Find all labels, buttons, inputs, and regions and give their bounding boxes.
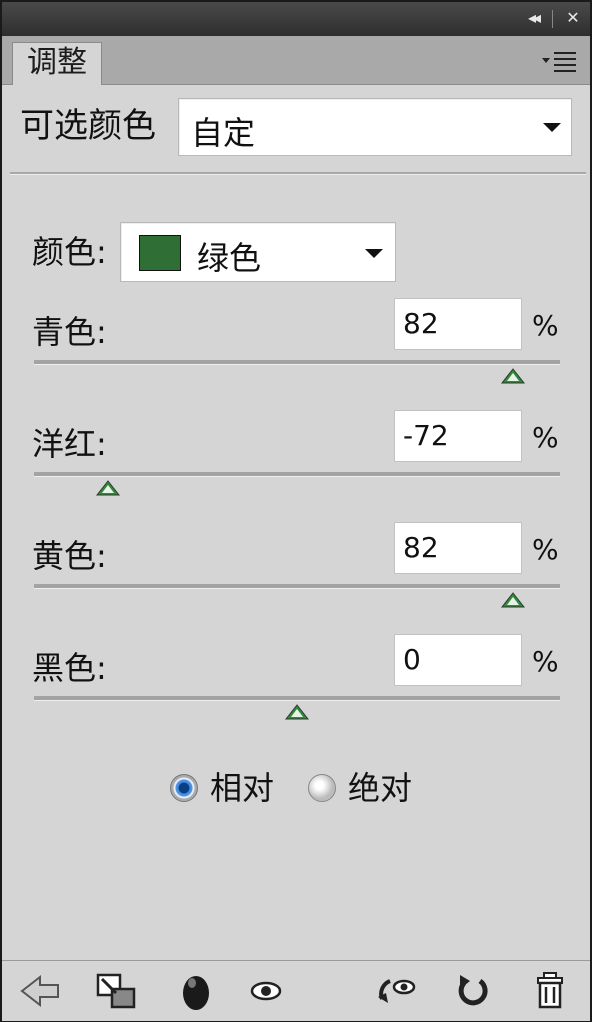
- back-arrow-icon[interactable]: [18, 969, 62, 1013]
- black-slider-thumb[interactable]: [285, 704, 309, 722]
- chevron-down-icon: [365, 249, 383, 258]
- color-label: 颜色:: [32, 233, 107, 271]
- black-slider-track[interactable]: [34, 696, 560, 701]
- absolute-radio[interactable]: [308, 774, 336, 802]
- eye-icon[interactable]: [244, 969, 288, 1013]
- cyan-value-field[interactable]: 82: [394, 298, 522, 350]
- divider: [10, 172, 586, 175]
- preset-value: 自定: [191, 114, 256, 152]
- close-icon[interactable]: ✕: [562, 6, 584, 30]
- trash-icon[interactable]: [528, 969, 572, 1013]
- double-left-arrow-icon[interactable]: ◂◂: [522, 6, 544, 30]
- panel-titlebar: ◂◂ ✕: [2, 2, 590, 36]
- visibility-mask-icon[interactable]: [174, 969, 218, 1013]
- chevron-down-icon: [543, 123, 561, 132]
- adjustments-panel: ◂◂ ✕ 调整 可选颜色 自定 颜色: 绿色 青色: 82 % 洋红: -72: [0, 0, 592, 1022]
- slider-label-cyan: 青色:: [32, 313, 107, 351]
- magenta-slider-thumb[interactable]: [95, 480, 120, 498]
- magenta-slider-track[interactable]: [34, 472, 560, 477]
- tab-adjustments[interactable]: 调整: [12, 42, 102, 85]
- color-dropdown[interactable]: 绿色: [120, 222, 396, 282]
- yellow-slider-thumb[interactable]: [500, 592, 525, 610]
- bottom-toolbar: [2, 960, 590, 1021]
- clip-to-layer-icon[interactable]: [94, 969, 138, 1013]
- black-percent: %: [532, 645, 559, 678]
- cyan-slider-thumb[interactable]: [500, 368, 525, 386]
- view-previous-state-icon[interactable]: [376, 969, 420, 1013]
- yellow-value-field[interactable]: 82: [394, 522, 522, 574]
- preset-label: 可选颜色: [20, 106, 156, 146]
- relative-radio[interactable]: [170, 774, 198, 802]
- color-value: 绿色: [197, 239, 262, 277]
- reset-icon[interactable]: [450, 969, 494, 1013]
- cyan-percent: %: [532, 309, 559, 342]
- black-value-field[interactable]: 0: [394, 634, 522, 686]
- magenta-percent: %: [532, 421, 559, 454]
- slider-label-black: 黑色:: [32, 649, 107, 687]
- titlebar-separator: [552, 10, 553, 28]
- yellow-slider-track[interactable]: [34, 584, 560, 589]
- slider-label-magenta: 洋红:: [32, 425, 107, 463]
- tab-row: 调整: [2, 36, 590, 85]
- yellow-percent: %: [532, 533, 559, 566]
- preset-dropdown[interactable]: 自定: [178, 98, 572, 156]
- color-swatch: [139, 235, 181, 271]
- absolute-radio-label[interactable]: 绝对: [348, 766, 412, 810]
- magenta-value-field[interactable]: -72: [394, 410, 522, 462]
- relative-radio-label[interactable]: 相对: [210, 766, 274, 810]
- panel-menu-icon[interactable]: [542, 50, 580, 72]
- cyan-slider-track[interactable]: [34, 360, 560, 365]
- slider-label-yellow: 黄色:: [32, 537, 107, 575]
